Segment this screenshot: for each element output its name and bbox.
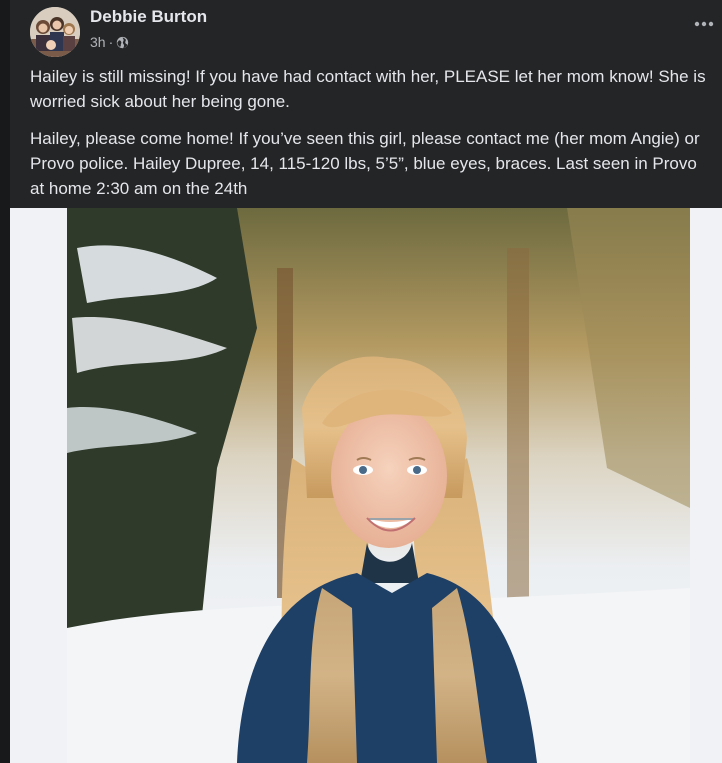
- meta-separator: ·: [108, 34, 114, 50]
- author-avatar[interactable]: [30, 7, 80, 57]
- post-header: Debbie Burton 3h ·: [10, 0, 722, 60]
- post-text: Hailey is still missing! If you have had…: [30, 64, 714, 213]
- author-name[interactable]: Debbie Burton: [90, 7, 207, 27]
- globe-icon[interactable]: [116, 36, 129, 49]
- post-timestamp[interactable]: 3h: [90, 34, 106, 50]
- portrait-image: [67, 208, 690, 763]
- avatar-photo: [30, 7, 80, 57]
- post-card: Debbie Burton 3h · Hailey is still missi…: [10, 0, 722, 763]
- more-options-icon[interactable]: [692, 14, 716, 34]
- post-paragraph-1: Hailey is still missing! If you have had…: [30, 67, 706, 111]
- post-photo[interactable]: [67, 208, 690, 763]
- post-meta: 3h ·: [90, 34, 129, 50]
- post-photo-frame: [10, 208, 722, 763]
- post-paragraph-2: Hailey, please come home! If you’ve seen…: [30, 129, 700, 198]
